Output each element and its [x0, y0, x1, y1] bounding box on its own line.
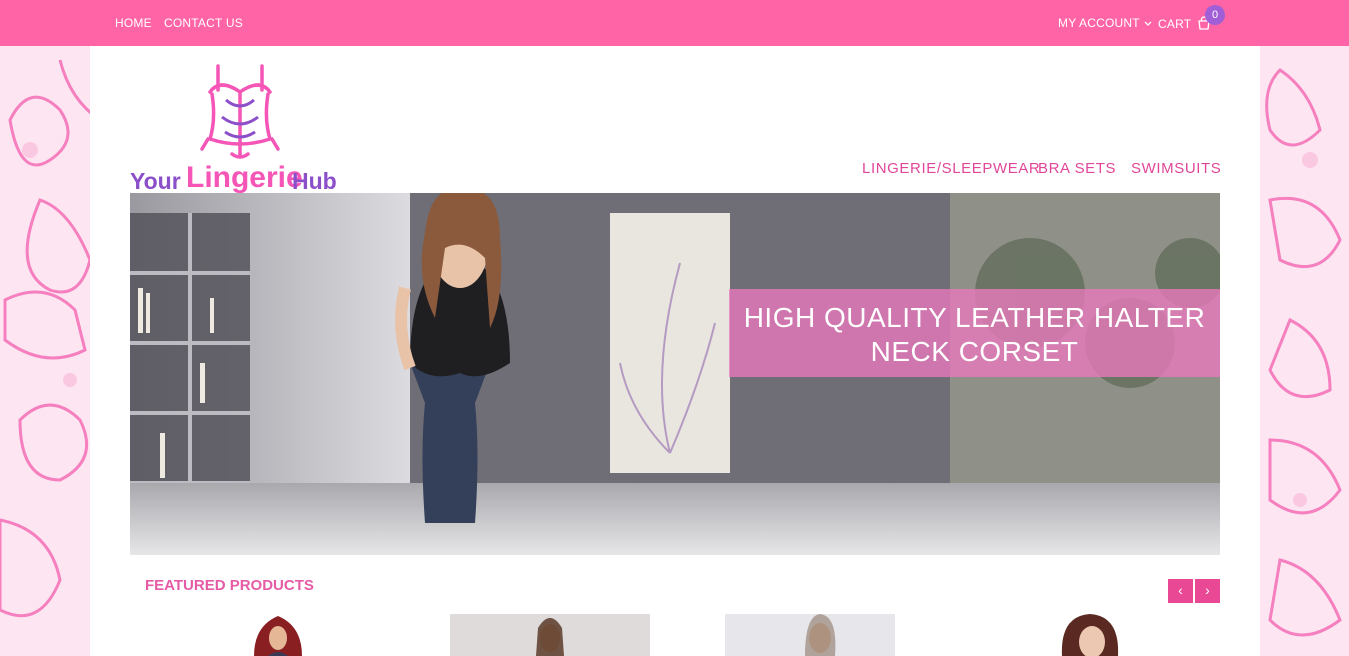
- product-image-3: [805, 614, 836, 656]
- product-image-1: [254, 616, 302, 656]
- product-image-2: [536, 618, 564, 656]
- main-container: Your Lingerie Hub LINGERIE/SLEEPWEAR BRA…: [90, 46, 1260, 656]
- hero-caption-line1: HIGH QUALITY LEATHER HALTER: [743, 302, 1206, 333]
- hero-caption: HIGH QUALITY LEATHER HALTER NECK CORSET: [729, 289, 1220, 377]
- my-account-label: MY ACCOUNT: [1058, 16, 1140, 30]
- top-bar: HOME CONTACT US MY ACCOUNT CART 0: [0, 0, 1349, 46]
- cart-link[interactable]: CART: [1158, 16, 1211, 31]
- hero-caption-line2: NECK CORSET: [870, 336, 1079, 367]
- product-image-4: [1061, 614, 1119, 656]
- my-account-link[interactable]: MY ACCOUNT: [1058, 16, 1152, 30]
- nav-swimsuits[interactable]: SWIMSUITS: [1131, 160, 1221, 177]
- product-card-4[interactable]: [1030, 614, 1150, 656]
- carousel-prev-button[interactable]: ‹: [1168, 579, 1193, 603]
- chevron-down-icon: [1144, 21, 1152, 26]
- logo-word-lingerie: Lingerie: [186, 161, 303, 194]
- hero-caption-text: HIGH QUALITY LEATHER HALTER NECK CORSET: [729, 301, 1220, 369]
- contact-us-link[interactable]: CONTACT US: [164, 16, 243, 30]
- nav-bra-sets[interactable]: BRA SETS: [1038, 160, 1116, 177]
- product-card-2[interactable]: [450, 614, 650, 656]
- hero-banner[interactable]: HIGH QUALITY LEATHER HALTER NECK CORSET: [130, 193, 1220, 555]
- nav-lingerie-sleepwear[interactable]: LINGERIE/SLEEPWEAR: [862, 160, 1040, 177]
- corset-logo-icon: [200, 64, 280, 159]
- logo-word-hub: Hub: [292, 168, 337, 194]
- site-logo[interactable]: Your Lingerie Hub: [130, 62, 340, 194]
- carousel-next-button[interactable]: ›: [1195, 579, 1220, 603]
- home-link[interactable]: HOME: [115, 16, 152, 30]
- logo-word-your: Your: [130, 168, 181, 194]
- product-card-1[interactable]: [250, 614, 310, 656]
- featured-products-title: FEATURED PRODUCTS: [145, 577, 314, 594]
- cart-label: CART: [1158, 17, 1192, 31]
- product-card-3[interactable]: [725, 614, 895, 656]
- cart-count-badge: 0: [1205, 5, 1225, 25]
